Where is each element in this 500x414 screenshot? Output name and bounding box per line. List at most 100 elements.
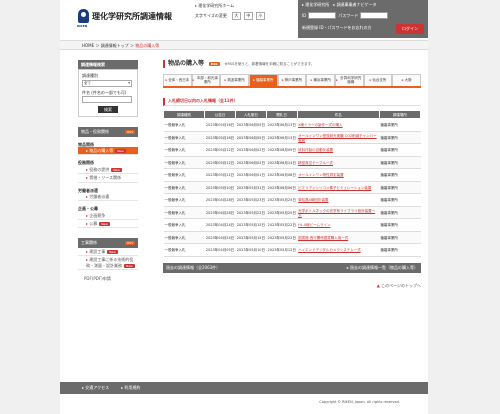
opening-date-cell: 2023年05月12日 (266, 243, 298, 257)
category-label: 調達種別 (82, 73, 98, 79)
pdf-link[interactable]: PDF(PDF)申請 (78, 276, 138, 281)
new-badge: New (111, 167, 122, 172)
sidebar-item-construction[interactable]: 建設工事New (78, 248, 138, 257)
table-row: 一般競争入札 2023年05月12日 2023年06月02日 2023年06月14日精… (163, 156, 421, 170)
footer-link-access[interactable]: 交通アクセス (82, 385, 109, 390)
back-to-top-link[interactable]: このページのトップへ (163, 283, 421, 288)
opening-date-cell: 2023年06月13日 (266, 131, 298, 145)
column-header: 調達場所 (378, 110, 422, 120)
rss-icon[interactable]: RSS (125, 241, 135, 246)
tab-aics[interactable]: 計算科学研究機構 (335, 74, 364, 87)
location-cell: 播磨事業所 (379, 243, 421, 257)
forgot-link[interactable]: ID・パスワードをお忘れの方 (319, 25, 371, 30)
table-row: 一般競争入札 2023年04月24日 2023年05月15日 2023年05月22日 H… (163, 218, 421, 232)
breadcrumb-home[interactable]: HOME (82, 43, 94, 48)
search-button[interactable]: 検索 (98, 106, 118, 114)
construction-bar-label: 工事関係 (81, 240, 97, 246)
procurement-type-cell: 一般競争入札 (163, 131, 205, 145)
tab-yokohama[interactable]: 横浜事業所 (306, 74, 336, 87)
riken-logo-icon[interactable] (78, 9, 89, 23)
notice-date-cell: 2023年05月11日 (204, 168, 236, 182)
tab-osaka[interactable]: 大阪 (392, 74, 422, 87)
subject-link[interactable]: 試料作製の自動化装置 (297, 143, 380, 157)
bid-date-cell: 2023年06月01日 (235, 168, 267, 182)
category-select[interactable]: 全て (82, 79, 132, 87)
font-size-large-button[interactable]: 大 (231, 12, 241, 20)
site-title[interactable]: 理化学研究所調達情報 (92, 12, 172, 23)
page-title-row: 物品の購入等 RSS ※RSSを使うと、新着情報を手軽に知ることができます。 (163, 60, 421, 69)
sidebar-item-services[interactable]: 役務の提供New (78, 166, 138, 175)
subject-link[interactable]: 単結晶X線回折装置 (297, 193, 380, 207)
page: RIKEN 理化学研究所調達情報 理化学研究所ホーム 文字サイズの変更 大 中 … (60, 0, 428, 414)
page-title: 物品の購入等 (168, 60, 205, 67)
rss-icon[interactable]: RSS (209, 62, 220, 67)
rss-icon[interactable]: RSS (125, 129, 135, 134)
subject-link[interactable]: ハイエンドデジタルカメラシステム一式 (297, 243, 380, 257)
new-badge: New (99, 222, 110, 227)
subject-link[interactable]: 精密真空テーブル一式 (297, 156, 380, 170)
id-input[interactable] (308, 12, 337, 19)
sidebar-item-public[interactable]: 公募New (78, 220, 138, 229)
navigator-link[interactable]: 調達事業者ナビゲータ (333, 2, 377, 7)
breadcrumb-current: 物品の購入等 (135, 43, 160, 48)
past-info-link[interactable]: 過去の調達情報一覧（物品の購入等） (347, 265, 418, 270)
subject-link[interactable]: オールインワン型放射光実験 CO2削減チャンバー装置 (297, 131, 380, 145)
keyword-input[interactable] (82, 96, 132, 104)
subject-link[interactable]: ビミリアンシリコン素子ビミュレーション装置 (297, 181, 380, 195)
breadcrumb-top[interactable]: 調達情報トップ (101, 43, 129, 48)
tab-tsukuba[interactable]: 筑波事業所 (220, 74, 250, 87)
riken-link[interactable]: 理化学研究所 (302, 2, 329, 7)
sidebar-item-goods-purchase[interactable]: 物品の購入等New (78, 146, 138, 156)
section-title: 入札締切日以内の入札情報（全11件） (163, 98, 421, 107)
location-cell: 播磨事業所 (379, 143, 421, 157)
table-row: 一般競争入札 2023年05月11日 2023年06月01日 2023年06月08日オ… (163, 168, 421, 182)
subject-link[interactable]: X線ミラーの製作一式の購入 (297, 118, 380, 132)
sidebar-item-lease[interactable]: 賃借・リース関係 (78, 174, 138, 183)
register-link[interactable]: 新規登録 (302, 25, 318, 30)
category-bar: 物品・役務関係 RSS (78, 127, 138, 137)
tab-all[interactable]: 全体・西日本 (163, 74, 192, 87)
tab-kobe[interactable]: 神戸事業所 (277, 74, 307, 87)
riken-home-link[interactable]: 理化学研究所ホーム (195, 3, 234, 8)
notice-date-cell: 2023年05月12日 (204, 156, 236, 170)
category-bar-label: 物品・役務関係 (81, 129, 109, 135)
password-input[interactable] (360, 12, 389, 19)
bid-date-cell: 2023年06月05日 (235, 131, 267, 145)
procurement-table: 調達種別 公告日 入札期日 開札日 件名 調達場所 一般競争入札 2023年05月… (162, 110, 422, 257)
sidebar-item-dispatch[interactable]: 労働者派遣 (78, 193, 138, 202)
sidebar-item-planning[interactable]: 企画競争 (78, 212, 138, 221)
subject-link[interactable]: HL-X線ビームライン (297, 218, 380, 232)
notice-date-cell: 2023年04月05日 (204, 243, 236, 257)
tab-wako[interactable]: 本部・和光事業所 (191, 74, 221, 87)
sidebar-item-label: 賃借・リース関係 (89, 175, 122, 181)
subject-link[interactable]: オールインワン物性測定装置 (297, 168, 380, 182)
location-cell: 播磨事業所 (379, 193, 421, 207)
procurement-type-cell: 一般競争入札 (163, 118, 205, 132)
construction-bar: 工事関係 RSS (78, 238, 138, 248)
procurement-type-cell: 一般競争入札 (163, 231, 205, 245)
procurement-type-cell: 一般競争入札 (163, 143, 205, 157)
procurement-type-cell: 一般競争入札 (163, 193, 205, 207)
procurement-type-cell: 一般競争入札 (163, 206, 205, 220)
tab-harima[interactable]: 播磨事業所 (249, 74, 278, 87)
font-size-medium-button[interactable]: 中 (243, 12, 253, 20)
sidebar-item-construction-tech[interactable]: 建設工事に係る技術的役務・測量・設計業務New (78, 256, 138, 271)
footer-link-terms[interactable]: 利用規約 (121, 385, 140, 390)
login-button[interactable]: ログイン (396, 24, 424, 34)
bid-date-cell: 2023年05月15日 (235, 231, 267, 245)
subject-link[interactable]: 図書館 西行関係図書購入用一式 (297, 231, 380, 245)
table-header: 調達種別 公告日 入札期日 開札日 件名 調達場所 (162, 110, 422, 120)
bid-date-cell: 2023年06月05日 (235, 118, 267, 132)
tab-sendai[interactable]: 仙台支所 (363, 74, 393, 87)
notice-date-cell: 2023年04月28日 (204, 193, 236, 207)
table-row: 一般競争入札 2023年04月28日 2023年05月23日 2023年05月25日単… (163, 193, 421, 207)
font-size-small-button[interactable]: 小 (255, 12, 265, 20)
opening-date-cell: 2023年06月14日 (266, 156, 298, 170)
location-cell: 播磨事業所 (379, 206, 421, 220)
past-info-bar: 過去の調達情報（全2063件） 過去の調達情報一覧（物品の購入等） (163, 262, 421, 273)
id-label: ID (302, 12, 307, 18)
keyword-label: 件名 (82, 89, 90, 95)
logo-text: RIKEN (77, 24, 88, 28)
notice-date-cell: 2023年04月28日 (204, 206, 236, 220)
subject-link[interactable]: 光学ボトルネックの光学系ライブラリ設計装置一式 (297, 206, 380, 220)
